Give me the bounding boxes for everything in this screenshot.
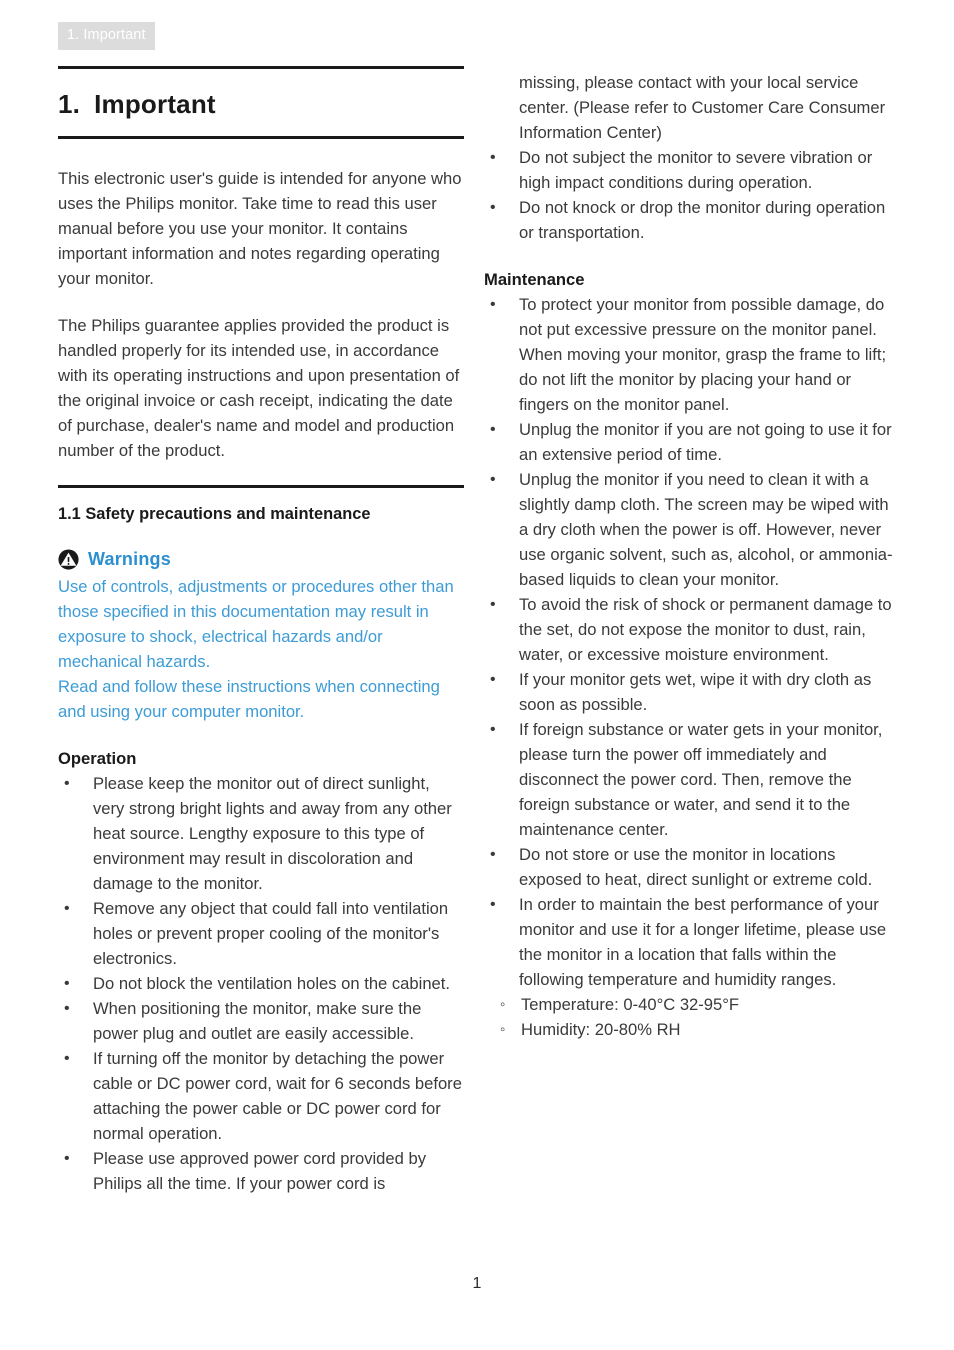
list-item: Please use approved power cord provided … bbox=[58, 1146, 464, 1196]
list-item: If turning off the monitor by detaching … bbox=[58, 1046, 464, 1146]
list-item: Do not store or use the monitor in locat… bbox=[484, 842, 896, 892]
warnings-text-line-1: Use of controls, adjustments or procedur… bbox=[58, 577, 454, 671]
operation-bullet-list-continued: missing, please contact with your local … bbox=[484, 70, 896, 245]
operation-bullet-list: Please keep the monitor out of direct su… bbox=[58, 771, 464, 1196]
warnings-label: Warnings bbox=[88, 549, 171, 569]
title-rule-bottom bbox=[58, 136, 464, 139]
chapter-number: 1. bbox=[58, 89, 81, 119]
right-column: missing, please contact with your local … bbox=[484, 70, 896, 1042]
maintenance-sub-bullet-list: Temperature: 0-40°C 32-95°F Humidity: 20… bbox=[484, 992, 896, 1042]
list-item: To protect your monitor from possible da… bbox=[484, 292, 896, 417]
list-item: When positioning the monitor, make sure … bbox=[58, 996, 464, 1046]
list-item: Do not subject the monitor to severe vib… bbox=[484, 145, 896, 195]
list-item: Remove any object that could fall into v… bbox=[58, 896, 464, 971]
page-title: 1. Important bbox=[58, 89, 464, 120]
sub-list-item: Humidity: 20-80% RH bbox=[484, 1017, 896, 1042]
section-rule bbox=[58, 485, 464, 488]
document-page: 1. Important 1. Important This electronic… bbox=[0, 0, 954, 1350]
list-item: Unplug the monitor if you are not going … bbox=[484, 417, 896, 467]
page-number: 1 bbox=[472, 1275, 482, 1292]
list-item: Do not knock or drop the monitor during … bbox=[484, 195, 896, 245]
sub-list-item: Temperature: 0-40°C 32-95°F bbox=[484, 992, 896, 1017]
maintenance-heading: Maintenance bbox=[484, 270, 585, 289]
list-item: Do not block the ventilation holes on th… bbox=[58, 971, 464, 996]
warning-triangle-icon bbox=[58, 549, 79, 570]
list-item: If your monitor gets wet, wipe it with d… bbox=[484, 667, 896, 717]
list-item: Please keep the monitor out of direct su… bbox=[58, 771, 464, 896]
chapter-title-block: 1. Important bbox=[58, 66, 464, 139]
warnings-text-line-2: Read and follow these instructions when … bbox=[58, 677, 440, 721]
list-item-continuation: missing, please contact with your local … bbox=[519, 73, 886, 142]
list-item: In order to maintain the best performanc… bbox=[484, 892, 896, 992]
warnings-text: Use of controls, adjustments or procedur… bbox=[58, 574, 464, 724]
list-item: To avoid the risk of shock or permanent … bbox=[484, 592, 896, 667]
running-header-tab: 1. Important bbox=[58, 22, 155, 50]
list-item: If foreign substance or water gets in yo… bbox=[484, 717, 896, 842]
operation-heading: Operation bbox=[58, 749, 137, 768]
intro-paragraph-2: The Philips guarantee applies provided t… bbox=[58, 316, 460, 460]
warnings-header: Warnings bbox=[58, 547, 464, 572]
maintenance-bullet-list: To protect your monitor from possible da… bbox=[484, 292, 896, 992]
section-heading-1-1: 1.1 Safety precautions and maintenance bbox=[58, 505, 371, 523]
chapter-title-text: Important bbox=[94, 89, 216, 119]
title-rule-top bbox=[58, 66, 464, 69]
list-item: Unplug the monitor if you need to clean … bbox=[484, 467, 896, 592]
intro-paragraph-1: This electronic user's guide is intended… bbox=[58, 169, 462, 288]
left-column: This electronic user's guide is intended… bbox=[58, 166, 464, 1196]
